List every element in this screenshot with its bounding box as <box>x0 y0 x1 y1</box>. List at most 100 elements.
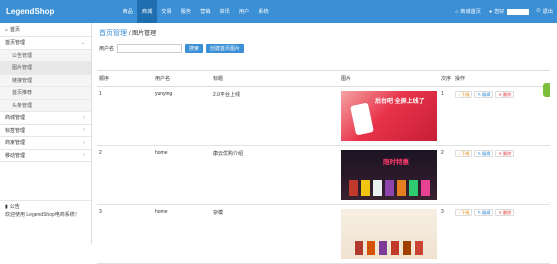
home-icon: ⌂ <box>5 26 9 33</box>
banner-text: 限时特惠 <box>383 159 409 166</box>
notice-title: 公告 <box>9 204 20 210</box>
sidebar-home[interactable]: ⌂ 首页 <box>0 23 91 37</box>
sidebar-subitem[interactable]: 公告管理 <box>0 49 91 62</box>
edit-button[interactable]: ✎ 编辑 <box>474 209 494 216</box>
down-button-label: 下线 <box>461 150 470 156</box>
top-nav-item[interactable]: 商城 <box>137 0 157 23</box>
col-image: 图片 <box>339 70 439 87</box>
col-title: 标题 <box>211 70 339 87</box>
top-nav-item[interactable]: 商品 <box>118 0 137 23</box>
cell-image <box>339 204 439 264</box>
delete-button[interactable]: ✕ 删除 <box>495 209 515 216</box>
delete-button[interactable]: ✕ 删除 <box>495 91 515 98</box>
cell-order: 3 <box>97 204 153 264</box>
sidebar-group[interactable]: 首页管理 ⌄ <box>0 37 91 50</box>
breadcrumb-section[interactable]: 首页管理 <box>99 30 127 37</box>
top-nav-item[interactable]: 系统 <box>254 0 273 23</box>
banner-thumbnail[interactable]: 后台吧 全屏上线了 <box>341 91 437 141</box>
top-nav-item[interactable]: 服务 <box>176 0 195 23</box>
product-graphic <box>385 180 394 196</box>
chevron-down-icon: ⌄ <box>80 39 85 46</box>
sidebar-subitem[interactable]: 头条管理 <box>0 99 91 112</box>
arrow-down-icon: ↓ <box>458 210 461 215</box>
edit-icon: ✎ <box>477 151 481 156</box>
user-icon: ● <box>488 8 493 15</box>
sidebar-subitem[interactable]: 链接管理 <box>0 74 91 87</box>
cell-user: yunying <box>153 86 211 146</box>
redacted-username <box>506 8 529 15</box>
cell-actions: ↓ 下线 ✎ 编辑 ✕ 删除 <box>453 204 550 264</box>
sidebar-subitem[interactable]: 首页推荐 <box>0 87 91 100</box>
cell-actions: ↓ 下线 ✎ 编辑 ✕ 删除 <box>453 145 550 205</box>
edit-button-label: 编辑 <box>482 91 491 97</box>
sidebar-subitem[interactable]: 图片管理 <box>0 62 91 75</box>
brand-logo[interactable]: LegendShop <box>0 7 118 16</box>
cell-image: 限时特惠 <box>339 145 439 205</box>
main-content: 首页管理 / 图片管理 用户名 搜索 创建首页图片 顺序 用户名 标题 图片 次… <box>93 23 550 264</box>
product-graphic <box>421 180 430 196</box>
logout-label: 退出 <box>542 9 553 15</box>
row-actions: ↓ 下线 ✎ 编辑 ✕ 删除 <box>455 91 548 98</box>
sidebar-group-label: 移动管理 <box>5 152 26 159</box>
sidebar-home-label: 首页 <box>10 27 21 33</box>
row-actions: ↓ 下线 ✎ 编辑 ✕ 删除 <box>455 150 548 157</box>
edit-button-label: 编辑 <box>482 150 491 156</box>
username-input[interactable] <box>117 44 183 53</box>
down-button-label: 下线 <box>461 209 470 215</box>
user-menu[interactable]: ● 您好 <box>489 8 529 15</box>
trash-icon: ✕ <box>498 151 502 156</box>
down-button[interactable]: ↓ 下线 <box>455 150 473 157</box>
top-nav: 商品 商城 交易 服务 营销 资讯 用户 系统 <box>118 0 273 23</box>
side-float-tab[interactable] <box>543 83 550 97</box>
col-actions: 操作 <box>453 70 550 87</box>
top-bar: LegendShop 商品 商城 交易 服务 营销 资讯 用户 系统 ⌂ 商城首页 ● 您好 … <box>0 0 557 23</box>
sidebar-group[interactable]: 商家管理 › <box>0 137 91 150</box>
user-greeting: 您好 <box>494 9 505 15</box>
sidebar-group[interactable]: 商城管理 › <box>0 112 91 125</box>
cell-user: home <box>153 204 211 264</box>
top-nav-item[interactable]: 用户 <box>234 0 253 23</box>
edit-button[interactable]: ✎ 编辑 <box>474 91 494 98</box>
power-icon: ⏻ <box>536 8 541 14</box>
row-actions: ↓ 下线 ✎ 编辑 ✕ 删除 <box>455 209 548 216</box>
sidebar-group[interactable]: 标签管理 › <box>0 125 91 137</box>
chevron-right-icon: › <box>83 139 85 146</box>
product-graphic <box>349 180 358 196</box>
edit-button-label: 编辑 <box>482 209 491 215</box>
shop-home-label: 商城首页 <box>460 9 481 15</box>
sidebar-group-label: 商城管理 <box>5 115 26 122</box>
phone-graphic <box>350 102 374 136</box>
down-button[interactable]: ↓ 下线 <box>455 209 473 216</box>
table-row: 2 home 康云优购介绍 限时特惠 2 ↓ 下线 ✎ 编辑 ✕ 删除 <box>97 145 550 205</box>
top-nav-item[interactable]: 营销 <box>196 0 215 23</box>
down-button[interactable]: ↓ 下线 <box>455 91 473 98</box>
cell-title: 2.0平台上线 <box>211 86 339 146</box>
cell-seq: 3 <box>439 204 453 264</box>
edit-icon: ✎ <box>477 92 481 97</box>
top-right: ⌂ 商城首页 ● 您好 ⏻ 退出 <box>455 0 553 23</box>
chevron-right-icon: › <box>83 152 85 159</box>
chevron-right-icon: › <box>83 114 85 121</box>
edit-button[interactable]: ✎ 编辑 <box>474 150 494 157</box>
table-row: 3 home 杂模 3 ↓ 下线 ✎ 编辑 ✕ 删除 <box>97 204 550 264</box>
down-button-label: 下线 <box>461 91 470 97</box>
arrow-down-icon: ↓ <box>458 92 461 97</box>
delete-button-label: 删除 <box>502 91 512 97</box>
sidebar-group[interactable]: 移动管理 › <box>0 150 91 162</box>
product-graphic <box>397 180 406 196</box>
shop-home-link[interactable]: ⌂ 商城首页 <box>455 8 481 16</box>
sidebar-groups: 首页管理 ⌄ 公告管理 图片管理 链接管理 首页推荐 头条管理商城管理 › 标签管理 › 商家管理 ›… <box>0 37 91 162</box>
top-nav-item[interactable]: 交易 <box>157 0 176 23</box>
create-image-button[interactable]: 创建首页图片 <box>206 44 245 53</box>
product-graphic <box>361 180 370 196</box>
delete-button[interactable]: ✕ 删除 <box>495 150 515 157</box>
search-button[interactable]: 搜索 <box>185 44 204 53</box>
col-order: 顺序 <box>97 70 153 87</box>
logout-link[interactable]: ⏻ 退出 <box>537 8 554 15</box>
banner-thumbnail[interactable]: 限时特惠 <box>341 150 437 200</box>
home-icon: ⌂ <box>455 8 459 15</box>
product-graphic <box>391 241 399 255</box>
banner-thumbnail[interactable] <box>341 209 437 259</box>
top-nav-item[interactable]: 资讯 <box>215 0 234 23</box>
breadcrumb: 首页管理 / 图片管理 <box>99 28 156 38</box>
